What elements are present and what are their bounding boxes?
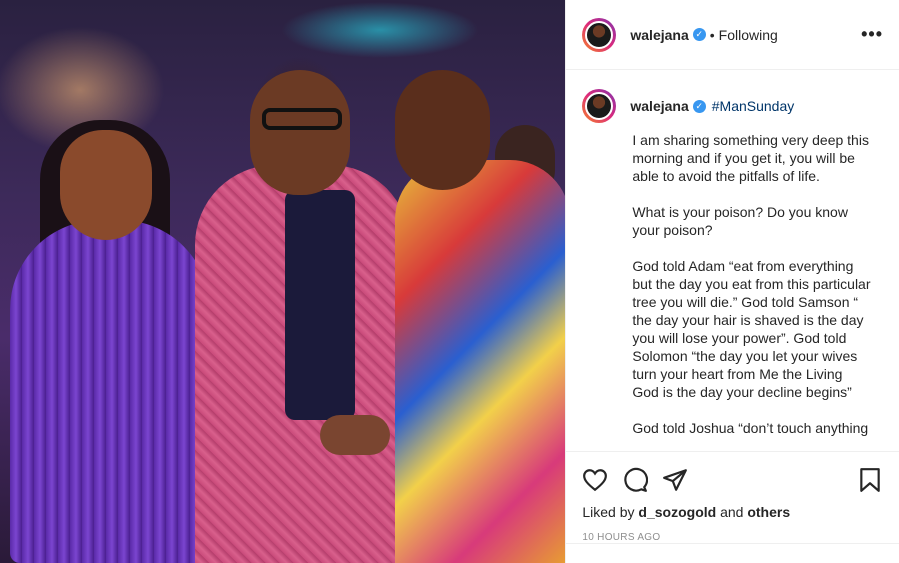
follow-status-button[interactable]: Following: [719, 27, 778, 43]
photo-person-shirt: [285, 190, 355, 420]
action-bar: Liked by d_sozogold and others 10 HOURS …: [566, 451, 899, 543]
caption-text: I am sharing something very deep this mo…: [632, 131, 872, 437]
photo-person-print-shirt: [395, 160, 566, 563]
photo-person-face: [250, 70, 350, 195]
caption-header: walejana ✓ #ManSunday: [582, 89, 883, 123]
caption-paragraph: God told Adam “eat from everything but t…: [632, 258, 871, 400]
caption-username-link[interactable]: walejana: [630, 98, 688, 114]
caption-paragraph: What is your poison? Do you know your po…: [632, 204, 848, 238]
verified-badge-icon: ✓: [692, 28, 706, 41]
avatar-image: [585, 20, 614, 49]
post-timestamp[interactable]: 10 HOURS AGO: [582, 532, 883, 543]
liked-by-user-link[interactable]: d_sozogold: [638, 504, 716, 520]
share-icon[interactable]: [662, 467, 688, 493]
caption-paragraph: I am sharing something very deep this mo…: [632, 132, 869, 184]
post-header: walejana ✓ • Following •••: [566, 0, 899, 70]
bookmark-icon[interactable]: [857, 467, 883, 493]
action-icons: [582, 460, 883, 500]
instagram-post: walejana ✓ • Following ••• walejana ✓ #M…: [0, 0, 899, 563]
photo-glasses: [262, 108, 342, 130]
photo-person-dress: [10, 220, 210, 563]
likes-summary: Liked by d_sozogold and others: [582, 504, 883, 520]
post-photo[interactable]: [0, 0, 566, 563]
username-link[interactable]: walejana: [630, 27, 688, 43]
hashtag-link[interactable]: #ManSunday: [712, 98, 795, 114]
photo-person-face: [60, 130, 152, 240]
avatar[interactable]: [582, 17, 617, 52]
likes-joiner: and: [720, 504, 744, 520]
post-sidebar: walejana ✓ • Following ••• walejana ✓ #M…: [565, 0, 899, 563]
verified-badge-icon: ✓: [692, 99, 706, 113]
separator-dot: •: [709, 26, 715, 43]
heart-icon[interactable]: [582, 467, 608, 493]
caption-paragraph: God told Joshua “don’t touch anything: [632, 420, 869, 436]
photo-hand: [320, 415, 390, 455]
divider: [566, 543, 899, 544]
liked-by-others-link[interactable]: others: [747, 504, 790, 520]
avatar-image: [585, 92, 614, 120]
caption-scroll-area[interactable]: walejana ✓ #ManSunday I am sharing somet…: [566, 71, 899, 451]
likes-prefix: Liked by: [582, 504, 635, 520]
avatar[interactable]: [582, 89, 617, 123]
more-options-icon[interactable]: •••: [861, 24, 883, 45]
comment-icon[interactable]: [622, 467, 649, 493]
photo-person-face: [395, 70, 490, 190]
